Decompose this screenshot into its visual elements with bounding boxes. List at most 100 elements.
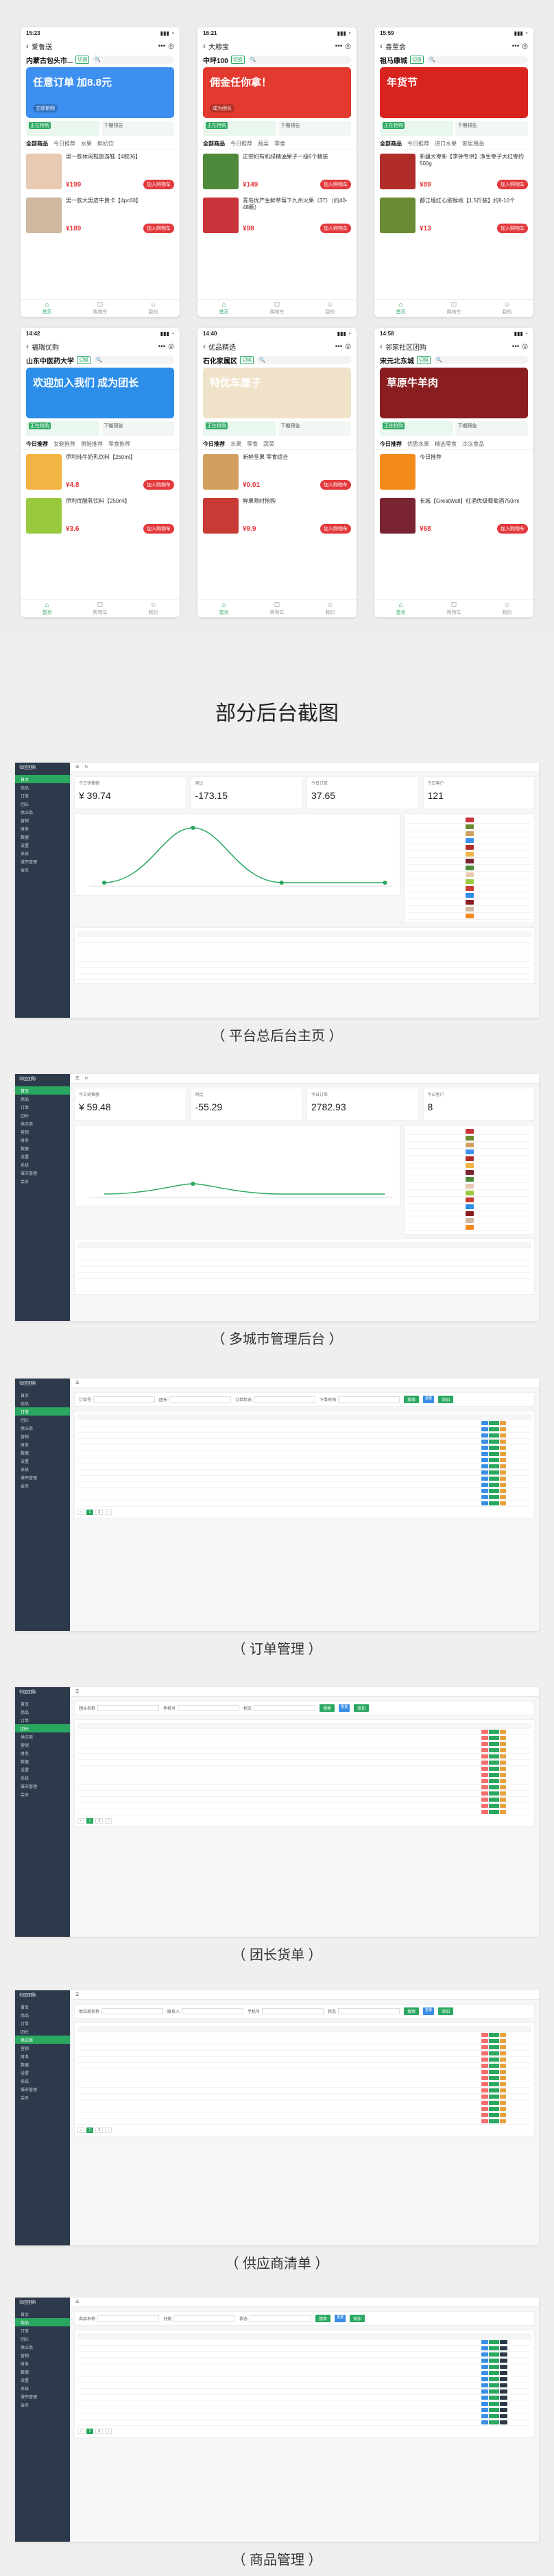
sidebar-item[interactable]: 团长: [15, 2027, 70, 2036]
table-row[interactable]: [77, 1248, 531, 1254]
sidebar-item[interactable]: 设置: [15, 1765, 70, 1774]
sidebar-item[interactable]: 商品: [15, 1095, 70, 1103]
edit-button[interactable]: [489, 2408, 500, 2412]
search-input[interactable]: 🔍: [247, 56, 351, 64]
more-button[interactable]: [500, 1736, 507, 1740]
table-row[interactable]: [77, 2088, 531, 2094]
more-button[interactable]: [500, 1767, 507, 1771]
more-button[interactable]: [500, 1804, 507, 1808]
more-button[interactable]: [500, 1798, 507, 1802]
page-prev[interactable]: ‹: [77, 1510, 84, 1515]
sidebar-item[interactable]: 团长: [15, 2335, 70, 2343]
edit-button[interactable]: [489, 1470, 500, 1475]
add-button[interactable]: 添加: [350, 2315, 365, 2322]
sidebar-item[interactable]: 订单: [15, 791, 70, 800]
table-row[interactable]: [77, 2106, 531, 2112]
nav-item[interactable]: ☺ 我的: [304, 300, 357, 317]
edit-button[interactable]: [489, 1761, 500, 1765]
more-button[interactable]: [500, 2383, 507, 2387]
sidebar-item[interactable]: 营销: [15, 1741, 70, 1749]
edit-button[interactable]: [489, 1477, 500, 1481]
more-button[interactable]: [500, 1446, 507, 1450]
sidebar-item[interactable]: 系统: [15, 849, 70, 857]
table-row[interactable]: [77, 1735, 531, 1741]
sidebar-item[interactable]: 系统: [15, 2384, 70, 2392]
edit-button[interactable]: [489, 2383, 500, 2387]
add-button[interactable]: 添加: [354, 1704, 370, 1712]
table-row[interactable]: [77, 1285, 531, 1291]
table-row[interactable]: [77, 1778, 531, 1785]
table-row[interactable]: [77, 1754, 531, 1760]
more-button[interactable]: [500, 2107, 507, 2111]
add-to-cart-button[interactable]: 加入购物车: [320, 224, 351, 233]
banner[interactable]: 佣金任你拿！ 成为团长: [203, 67, 351, 118]
add-to-cart-button[interactable]: 加入购物车: [497, 224, 528, 233]
nav-item[interactable]: ⌂ 首页: [374, 300, 427, 317]
banner[interactable]: 欢迎加入我们 成为团长: [26, 368, 174, 418]
edit-button[interactable]: [489, 2107, 500, 2111]
sidebar-item[interactable]: 供应商: [15, 808, 70, 816]
more-button[interactable]: [500, 1779, 507, 1783]
switch-button[interactable]: 切换: [77, 356, 91, 364]
sidebar-item[interactable]: 营销: [15, 816, 70, 824]
more-button[interactable]: [500, 1785, 507, 1789]
page-number[interactable]: 2: [95, 1818, 104, 1824]
more-button[interactable]: [500, 1748, 507, 1752]
sidebar-item[interactable]: 城市管理: [15, 1782, 70, 1790]
search-input[interactable]: 🔍: [93, 356, 174, 364]
edit-button[interactable]: [489, 2396, 500, 2400]
table-row[interactable]: [77, 2407, 531, 2413]
table-row[interactable]: [77, 1261, 531, 1267]
sidebar-item[interactable]: 首页: [15, 2310, 70, 2318]
table-row[interactable]: [77, 1766, 531, 1772]
more-button[interactable]: [500, 2408, 507, 2412]
table-row[interactable]: [77, 2413, 531, 2420]
more-button[interactable]: [500, 1501, 507, 1505]
table-row[interactable]: [77, 1803, 531, 1809]
sidebar-item[interactable]: 会员: [15, 1177, 70, 1185]
close-icon[interactable]: ◎: [345, 343, 351, 350]
edit-button[interactable]: [489, 1427, 500, 1431]
edit-button[interactable]: [489, 2082, 500, 2086]
more-button[interactable]: [500, 2359, 507, 2363]
product-item[interactable]: 新疆大枣新【李钟专供】净生枣子大红枣约500g ¥89 加入购物车: [374, 150, 533, 193]
more-button[interactable]: [500, 2389, 507, 2394]
sidebar-item[interactable]: 营销: [15, 1432, 70, 1440]
more-button[interactable]: [500, 2346, 507, 2350]
more-button[interactable]: [500, 2082, 507, 2086]
edit-button[interactable]: [489, 1440, 500, 1444]
table-row[interactable]: [77, 1488, 531, 1494]
filter-input[interactable]: [97, 1705, 160, 1711]
table-row[interactable]: [77, 2389, 531, 2395]
search-button[interactable]: 搜索: [320, 1704, 335, 1712]
sidebar-item[interactable]: 团长: [15, 800, 70, 808]
product-item[interactable]: 伊利纯牛奶乳饮料【250ml】 ¥4.8 加入购物车: [21, 450, 180, 494]
more-button[interactable]: [500, 1440, 507, 1444]
switch-button[interactable]: 切换: [410, 56, 424, 64]
table-row[interactable]: [77, 2339, 531, 2346]
category-tab[interactable]: 零食推荐: [108, 440, 130, 448]
more-button[interactable]: [500, 2352, 507, 2357]
category-tab[interactable]: 全部商品: [380, 140, 402, 147]
sidebar-item[interactable]: 供应商: [15, 2343, 70, 2351]
nav-item[interactable]: ☺ 我的: [127, 600, 180, 617]
more-button[interactable]: [500, 2340, 507, 2344]
filter-input[interactable]: [338, 1396, 400, 1403]
more-button[interactable]: [500, 1433, 507, 1438]
nav-item[interactable]: ⛋ 购物车: [427, 300, 480, 317]
edit-button[interactable]: [489, 1464, 500, 1468]
sidebar-item[interactable]: 订单: [15, 1103, 70, 1111]
more-icon[interactable]: •••: [158, 43, 166, 50]
banner[interactable]: 任意订单 加8.8元 立即抢购: [26, 67, 174, 118]
edit-button[interactable]: [489, 2095, 500, 2099]
edit-button[interactable]: [489, 1433, 500, 1438]
sidebar-item[interactable]: 数据: [15, 1448, 70, 1457]
promo-next[interactable]: 下期预告: [101, 421, 174, 436]
edit-button[interactable]: [489, 1748, 500, 1752]
table-row[interactable]: [77, 2100, 531, 2106]
refresh-icon[interactable]: ↻: [84, 1076, 88, 1081]
sidebar-item[interactable]: 城市管理: [15, 1169, 70, 1177]
back-icon[interactable]: ‹: [26, 342, 29, 351]
more-button[interactable]: [500, 2396, 507, 2400]
edit-button[interactable]: [489, 2420, 500, 2424]
